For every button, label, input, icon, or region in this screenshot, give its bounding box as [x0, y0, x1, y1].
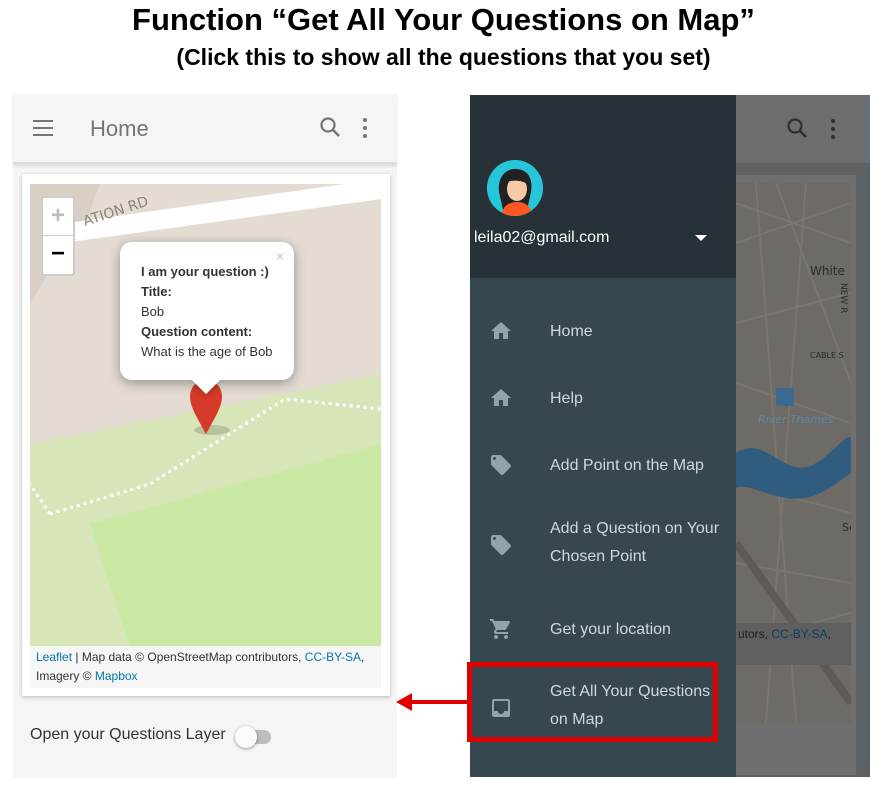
left-screen: Home ATION RD + − × I am your question:…: [13, 94, 397, 778]
zoom-out-button[interactable]: −: [43, 236, 73, 274]
license-link[interactable]: CC-BY-SA: [305, 650, 361, 664]
zoom-in-button[interactable]: +: [43, 198, 73, 236]
avatar[interactable]: [487, 160, 543, 216]
account-dropdown-icon[interactable]: [695, 235, 707, 241]
popup-content-value: What is the age of Bob: [141, 344, 273, 359]
app-bar: Home: [13, 94, 397, 164]
map-label-white: White: [810, 264, 845, 278]
search-icon[interactable]: [786, 117, 808, 139]
map-view[interactable]: ATION RD + − × I am your question :) Tit…: [30, 184, 381, 646]
caption-title: Function “Get All Your Questions on Map”: [132, 2, 755, 37]
page-title: Home: [90, 116, 149, 141]
drawer-item-help[interactable]: Help: [470, 380, 736, 410]
drawer-item-add-question[interactable]: Add a Question on Your Chosen Point: [470, 515, 736, 575]
questions-layer-label: Open your Questions Layer: [30, 726, 226, 743]
question-popup: × I am your question :) Title: Bob Quest…: [120, 242, 294, 395]
account-email: leila02@gmail.com: [474, 229, 610, 246]
cart-icon: [490, 619, 510, 639]
map-label-cable: CABLE S: [810, 351, 844, 360]
popup-heading: I am your question :): [141, 264, 269, 279]
more-vert-icon[interactable]: [363, 118, 367, 142]
caption-subtitle: (Click this to show all the questions th…: [176, 44, 711, 70]
map-label-river: River Thames: [758, 413, 834, 426]
dimmed-attribution: utors, CC-BY-SA,: [736, 623, 851, 665]
tag-icon: [491, 455, 511, 475]
home-icon: [491, 322, 511, 339]
drawer-item-get-location[interactable]: Get your location: [470, 611, 736, 641]
map-label-new: NEW R: [838, 283, 848, 313]
map-card: ATION RD + − × I am your question :) Tit…: [22, 174, 390, 696]
drawer-item-add-point[interactable]: Add Point on the Map: [470, 447, 736, 477]
pointer-arrow-line: [408, 700, 470, 704]
questions-layer-toggle[interactable]: [235, 726, 271, 748]
drawer-header: leila02@gmail.com: [470, 95, 736, 278]
map-attribution: Leaflet | Map data © OpenStreetMap contr…: [30, 646, 381, 688]
more-vert-icon[interactable]: [831, 119, 835, 143]
leaflet-link[interactable]: Leaflet: [36, 650, 72, 664]
map-label-se: Se: [842, 521, 851, 534]
popup-title-value: Bob: [141, 304, 165, 319]
popup-title-label: Title:: [141, 284, 172, 299]
highlight-box: [467, 662, 718, 742]
hamburger-icon[interactable]: [33, 120, 53, 136]
zoom-control: + −: [41, 196, 75, 276]
home-icon: [491, 389, 511, 406]
dimmed-license-link: CC-BY-SA: [771, 627, 828, 641]
pointer-arrow-head: [396, 693, 412, 711]
tag-icon: [491, 535, 511, 555]
popup-content-label: Question content:: [141, 324, 253, 339]
drawer-item-home[interactable]: Home: [470, 313, 736, 343]
search-icon[interactable]: [319, 116, 341, 138]
mapbox-link[interactable]: Mapbox: [95, 669, 138, 683]
popup-close-button[interactable]: ×: [276, 246, 284, 266]
